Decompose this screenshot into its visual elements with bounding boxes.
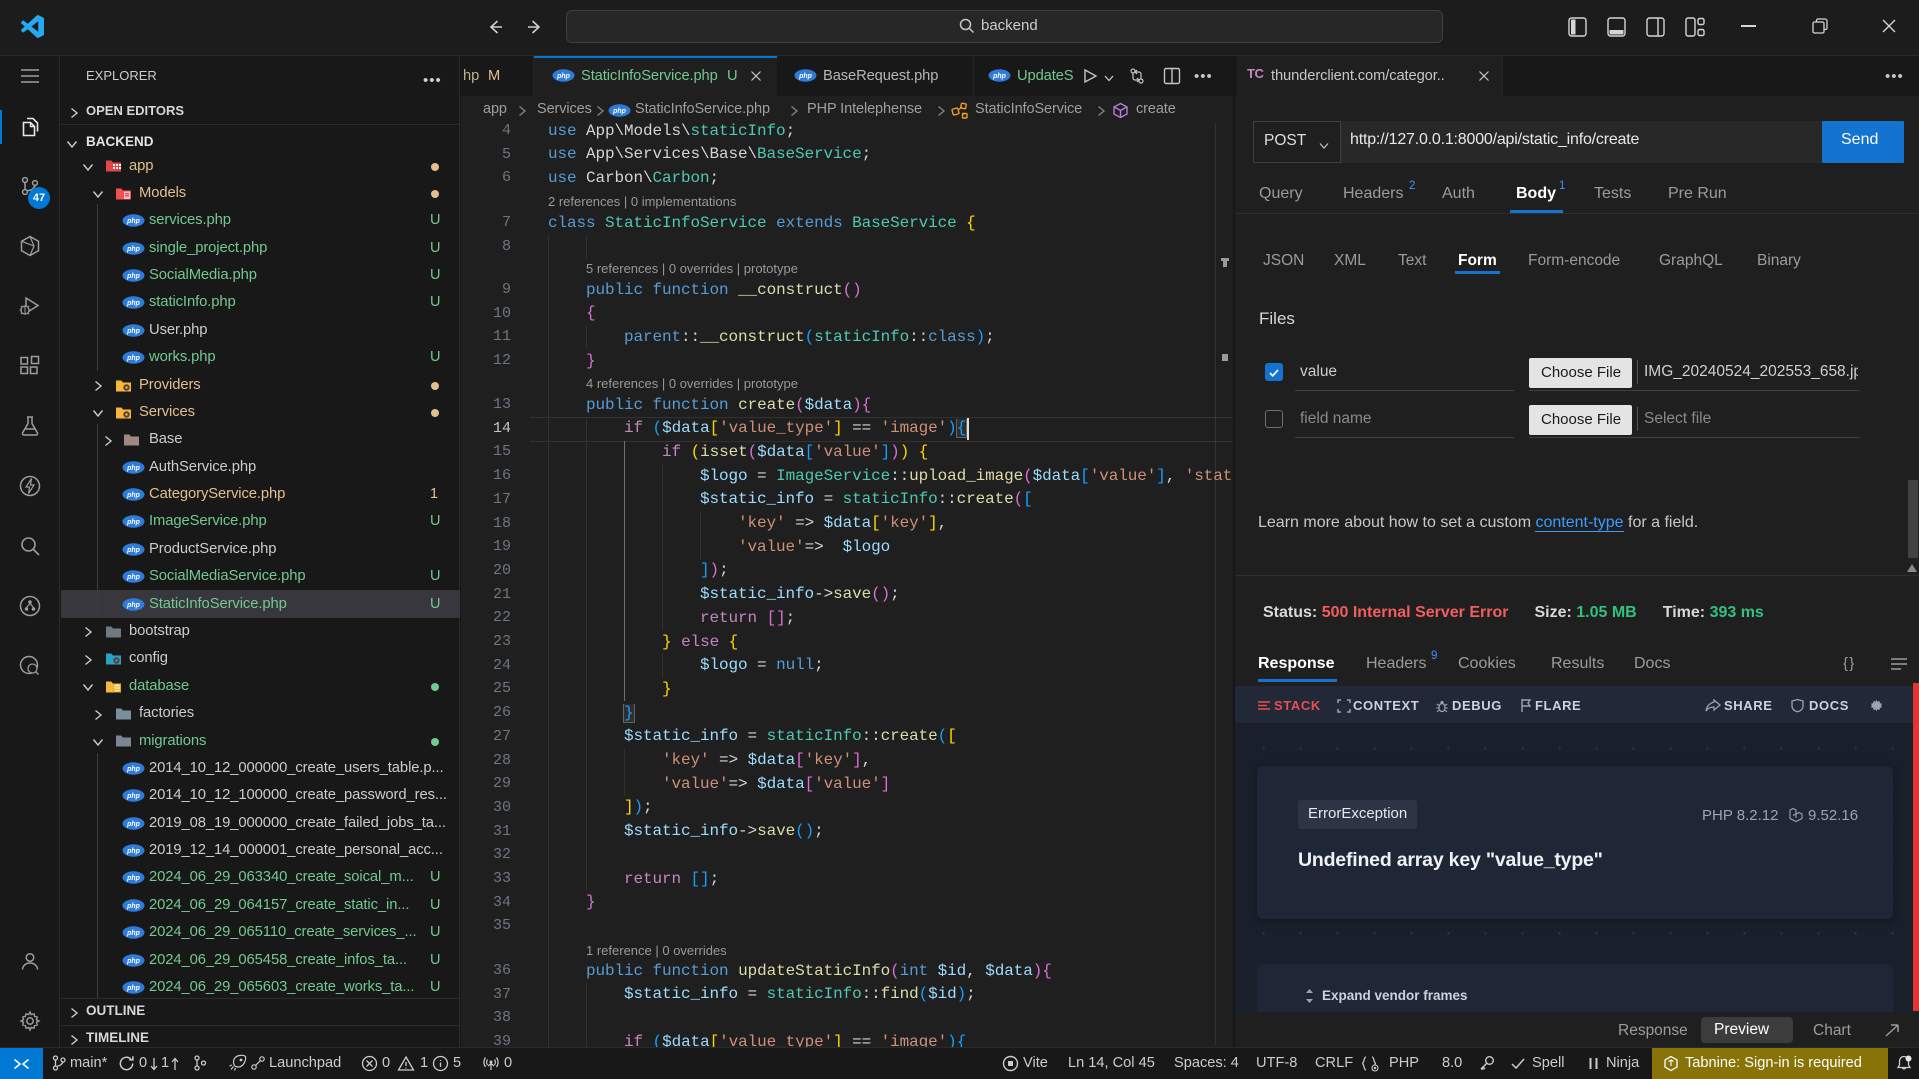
svg-text:php: php [556, 73, 571, 80]
svg-text:php: php [126, 218, 141, 225]
svg-text:php: php [126, 958, 141, 965]
svg-text:php: php [126, 930, 141, 937]
svg-text:php: php [126, 602, 141, 609]
svg-text:php: php [612, 108, 627, 115]
svg-text:php: php [126, 903, 141, 910]
svg-text:php: php [992, 73, 1007, 80]
svg-text:php: php [126, 985, 141, 992]
svg-text:php: php [126, 300, 141, 307]
svg-text:php: php [126, 246, 141, 253]
svg-text:php: php [126, 492, 141, 499]
svg-text:php: php [126, 821, 141, 828]
svg-text:php: php [126, 355, 141, 362]
svg-text:php: php [126, 875, 141, 882]
svg-text:php: php [126, 547, 141, 554]
svg-text:php: php [126, 793, 141, 800]
svg-text:php: php [126, 574, 141, 581]
svg-text:php: php [126, 328, 141, 335]
svg-text:php: php [126, 273, 141, 280]
svg-text:php: php [126, 766, 141, 773]
svg-text:php: php [126, 848, 141, 855]
svg-text:php: php [126, 519, 141, 526]
svg-text:php: php [798, 73, 813, 80]
svg-text:php: php [126, 465, 141, 472]
